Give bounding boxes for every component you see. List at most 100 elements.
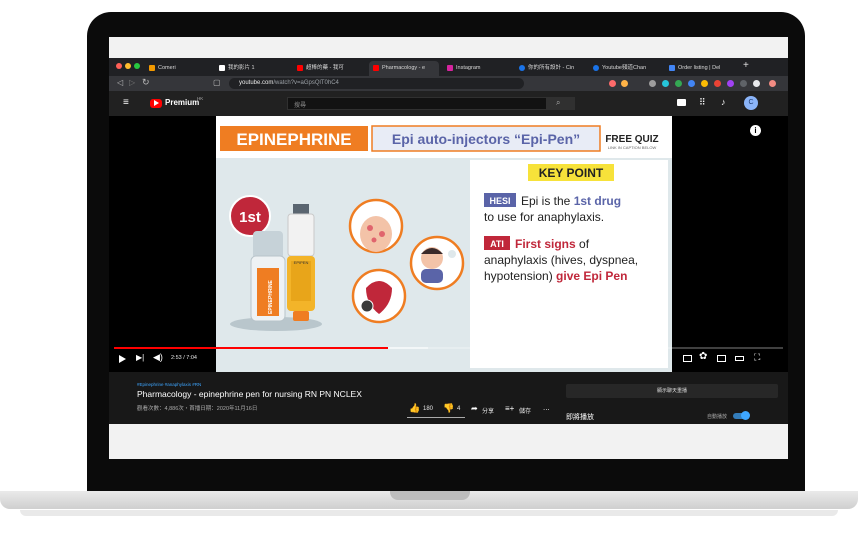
hesi-line-1: Epi is the 1st drug <box>521 194 621 208</box>
notifications-bell-icon[interactable]: ♪ <box>721 97 726 107</box>
create-video-icon[interactable] <box>677 99 686 106</box>
extension-icon[interactable] <box>621 80 628 87</box>
apps-grid-icon[interactable]: ⠿ <box>699 97 706 108</box>
play-button-icon[interactable] <box>119 355 126 363</box>
account-avatar[interactable]: C <box>744 96 758 110</box>
hive-spot <box>367 225 373 231</box>
ati-tag: ATI <box>490 239 504 249</box>
pen-cap <box>293 204 309 214</box>
settings-gear-icon[interactable]: ✿ <box>699 351 707 362</box>
extension-icon[interactable] <box>662 80 669 87</box>
video-title: Pharmacology - epinephrine pen for nursi… <box>137 389 362 399</box>
extension-icon[interactable] <box>714 80 721 87</box>
save-button[interactable]: 儲存 <box>519 406 531 415</box>
time-display: 2:53 / 7:04 <box>171 355 197 361</box>
subtitles-icon[interactable] <box>683 355 692 362</box>
first-badge-label: 1st <box>239 209 261 226</box>
browser-tab[interactable]: 你的所有設計 - Cin <box>519 61 587 76</box>
ati-text-3: hypotension) <box>484 269 556 283</box>
extension-icon[interactable] <box>649 80 656 87</box>
minimize-window-icon[interactable] <box>125 63 131 69</box>
tab-favicon-icon <box>149 64 155 71</box>
theater-mode-icon[interactable] <box>735 356 744 361</box>
browser-tab-bar: Comeri 我的影片 1 超棒的藥 - 我可 Pharmacology - e… <box>109 58 788 76</box>
vial-label-text: EPINEPHRINE <box>268 279 274 314</box>
url-field[interactable]: youtube.com/watch?v=aGpsQlT0hC4 <box>229 78 524 89</box>
breath-cloud <box>448 250 456 258</box>
progress-track[interactable] <box>114 347 783 349</box>
video-meta: 觀看次數：4,886次・首播日期：2020年11月16日 <box>137 406 258 412</box>
pen-label: EPIPEN <box>294 260 309 265</box>
like-icon[interactable]: 👍 <box>409 403 420 414</box>
menu-icon[interactable]: ≡ <box>123 97 129 108</box>
browser-tab[interactable]: Order listing | Del <box>669 61 735 76</box>
laptop-screen: Comeri 我的影片 1 超棒的藥 - 我可 Pharmacology - e… <box>109 37 788 459</box>
search-icon: ⌕ <box>556 98 561 107</box>
fullscreen-icon[interactable]: ⛶ <box>754 352 760 363</box>
back-arrow-icon[interactable]: ◁ <box>117 78 123 87</box>
played-bar <box>114 347 389 349</box>
ati-text-2: anaphylaxis (hives, dyspnea, <box>484 253 638 267</box>
share-icon[interactable]: ➦ <box>471 404 478 413</box>
tab-favicon-icon <box>593 64 599 71</box>
tab-favicon-icon <box>669 64 675 71</box>
browser-tab[interactable]: Youtube頻道Chan <box>593 61 663 76</box>
gauge-shape <box>360 299 374 313</box>
browser-tab-active[interactable]: Pharmacology - e <box>369 61 439 76</box>
extension-icon[interactable] <box>727 80 734 87</box>
tab-overview-icon[interactable]: ▢ <box>213 78 221 87</box>
save-playlist-icon[interactable]: ≡+ <box>505 404 514 413</box>
next-button-icon[interactable]: ▶| <box>136 353 144 362</box>
hashtags-link[interactable]: #Epinephrine #anaphylaxis #RN <box>137 382 201 387</box>
dislike-icon[interactable]: 👎 <box>443 403 454 414</box>
extension-icon[interactable] <box>675 80 682 87</box>
forward-arrow-icon[interactable]: ▷ <box>129 78 135 87</box>
dislike-count: 4 <box>457 406 461 412</box>
more-actions-button[interactable]: ... <box>543 403 550 412</box>
skin-shape <box>360 216 392 252</box>
autoplay-toggle-knob[interactable] <box>741 411 750 420</box>
youtube-favicon-icon <box>373 64 379 71</box>
youtube-header: ≡ Premium HK 搜尋 ⌕ ⠿ ♪ C <box>109 91 788 116</box>
youtube-favicon-icon <box>297 64 303 71</box>
show-chat-replay-button[interactable]: 顯示聊天重播 <box>566 384 778 398</box>
reading-list-icon[interactable] <box>753 80 760 87</box>
pen-tip <box>293 311 309 321</box>
banner-subtitle: Epi auto-injectors “Epi-Pen” <box>392 131 580 147</box>
show-chat-replay-label: 顯示聊天重播 <box>656 388 687 394</box>
video-details: #Epinephrine #anaphylaxis #RN Pharmacolo… <box>109 372 788 424</box>
close-window-icon[interactable] <box>116 63 122 69</box>
new-tab-button[interactable]: + <box>743 60 749 71</box>
search-button[interactable]: ⌕ <box>547 97 575 110</box>
laptop-shadow <box>20 510 838 516</box>
quiz-title: FREE QUIZ <box>605 134 658 145</box>
search-input[interactable]: 搜尋 <box>287 97 547 110</box>
miniplayer-icon[interactable] <box>717 355 726 362</box>
ati-text-1: of <box>576 237 590 251</box>
ati-line-3: hypotension) give Epi Pen <box>484 269 627 283</box>
extension-icon[interactable] <box>701 80 708 87</box>
hive-spot <box>379 231 385 237</box>
up-next-label: 即將播放 <box>566 414 594 421</box>
search-placeholder: 搜尋 <box>294 103 307 109</box>
hesi-highlight: 1st drug <box>574 194 621 208</box>
extension-icon[interactable] <box>688 80 695 87</box>
info-icon[interactable]: i <box>750 125 761 136</box>
browser-tab[interactable]: Comeri <box>149 61 215 76</box>
video-player[interactable]: i EPINEPHRINE Epi auto-injectors “Epi-Pe… <box>109 116 788 372</box>
browser-tab[interactable]: 我的影片 1 <box>219 61 289 76</box>
extension-icon[interactable] <box>609 80 616 87</box>
instagram-favicon-icon <box>447 64 453 71</box>
maximize-window-icon[interactable] <box>134 63 140 69</box>
profile-avatar-icon[interactable] <box>769 80 776 87</box>
ati-highlight-2: give Epi Pen <box>556 269 627 283</box>
puzzle-icon[interactable] <box>740 80 747 87</box>
autoplay-label: 自動播放 <box>707 414 728 420</box>
share-button[interactable]: 分享 <box>482 406 494 415</box>
shirt-shape <box>421 269 443 283</box>
browser-tab[interactable]: Instagram <box>447 61 511 76</box>
browser-tab[interactable]: 超棒的藥 - 我可 <box>297 61 362 76</box>
volume-icon[interactable]: ◀) <box>153 352 163 363</box>
reload-icon[interactable]: ↻ <box>142 77 150 88</box>
banner-title: EPINEPHRINE <box>236 130 351 149</box>
